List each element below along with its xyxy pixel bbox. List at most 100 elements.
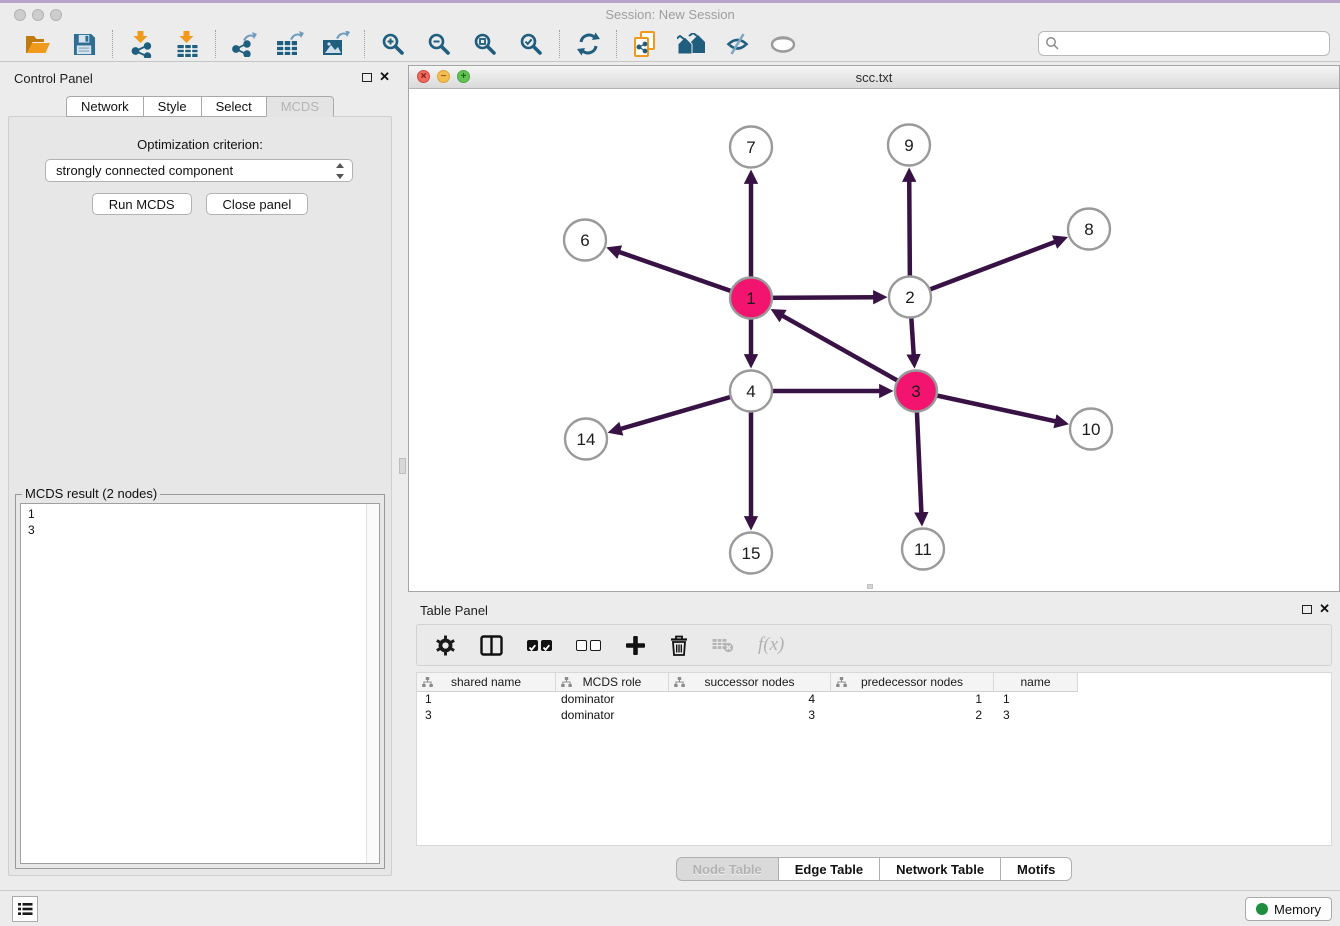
table-header-row: shared name MCDS role successor nodes pr…	[417, 673, 1078, 692]
clone-network-icon[interactable]	[630, 29, 660, 59]
zoom-out-icon[interactable]	[424, 29, 454, 59]
search-input[interactable]	[1038, 31, 1330, 56]
graph-node-label: 11	[914, 540, 932, 559]
close-panel-button[interactable]: Close panel	[206, 193, 309, 215]
table-toolbar: f(x)	[416, 624, 1332, 666]
table-row[interactable]: 3 dominator 3 2 3	[417, 708, 1078, 724]
float-panel-icon[interactable]	[362, 73, 372, 82]
column-header-shared-name[interactable]: shared name	[417, 673, 556, 691]
graph-node-label: 7	[746, 138, 755, 157]
select-all-icon[interactable]	[527, 640, 552, 651]
tab-motifs[interactable]: Motifs	[1000, 857, 1072, 881]
graph-node-label: 14	[577, 430, 596, 449]
graph-node-label: 1	[746, 289, 755, 308]
gear-icon[interactable]	[435, 635, 456, 656]
function-builder-icon: f(x)	[758, 634, 784, 656]
control-panel-tabs: Network Style Select MCDS	[0, 96, 400, 117]
optimization-criterion-dropdown[interactable]: strongly connected component	[45, 159, 353, 182]
task-history-button[interactable]	[12, 896, 38, 922]
delete-column-icon[interactable]	[670, 635, 688, 656]
memory-button[interactable]: Memory	[1245, 897, 1332, 921]
graph-node-label: 2	[905, 288, 914, 307]
network-view-title: scc.txt	[409, 70, 1339, 85]
export-image-icon[interactable]	[321, 29, 351, 59]
table-row[interactable]: 1 dominator 4 1 1	[417, 692, 1078, 708]
column-header-successor-nodes[interactable]: successor nodes	[669, 673, 831, 691]
graph-node-label: 3	[911, 382, 920, 401]
show-hidden-icon[interactable]	[768, 29, 798, 59]
main-toolbar	[0, 27, 1340, 62]
chevron-updown-icon	[334, 163, 346, 179]
dropdown-selected-value: strongly connected component	[56, 163, 233, 178]
search-field-wrap	[1038, 31, 1330, 56]
column-header-name[interactable]: name	[994, 673, 1078, 691]
import-network-icon[interactable]	[126, 29, 156, 59]
float-panel-icon[interactable]	[1302, 605, 1312, 614]
reload-icon[interactable]	[573, 29, 603, 59]
tree-icon	[422, 677, 433, 691]
graph-node-label: 6	[580, 231, 589, 250]
network-window-titlebar[interactable]: × − + scc.txt	[409, 66, 1339, 89]
graph-edge-2-8[interactable]	[910, 241, 1057, 297]
tab-node-table[interactable]: Node Table	[676, 857, 778, 881]
zoom-in-icon[interactable]	[378, 29, 408, 59]
graph-node-label: 8	[1084, 220, 1093, 239]
import-table-icon[interactable]	[172, 29, 202, 59]
add-column-icon[interactable]	[625, 635, 646, 656]
list-icon	[18, 902, 33, 916]
split-columns-icon[interactable]	[480, 635, 503, 656]
graph-node-label: 4	[746, 382, 755, 401]
mcds-result-item[interactable]: 3	[28, 522, 379, 538]
graph-edge-3-1[interactable]	[781, 315, 916, 391]
scrollbar-track[interactable]	[366, 504, 379, 863]
tab-network[interactable]: Network	[66, 96, 143, 117]
table-panel-header: Table Panel ✕	[408, 594, 1340, 626]
tab-edge-table[interactable]: Edge Table	[778, 857, 879, 881]
zoom-selected-icon[interactable]	[516, 29, 546, 59]
window-title: Session: New Session	[0, 7, 1340, 22]
table-panel-tabs: Node Table Edge Table Network Table Moti…	[408, 857, 1340, 881]
save-session-icon[interactable]	[69, 29, 99, 59]
network-view-window: × − + scc.txt 7 9 6 8 1 2 4 3 14 10 15 11	[408, 65, 1340, 592]
delete-table-icon	[712, 638, 734, 653]
search-icon	[1045, 36, 1060, 56]
close-panel-icon[interactable]: ✕	[379, 69, 390, 85]
tab-style[interactable]: Style	[143, 96, 201, 117]
zoom-fit-icon[interactable]	[470, 29, 500, 59]
canvas-splitter-handle[interactable]	[867, 584, 873, 589]
tree-icon	[836, 677, 847, 691]
mcds-result-item[interactable]: 1	[28, 506, 379, 522]
open-session-icon[interactable]	[23, 29, 53, 59]
memory-label: Memory	[1274, 902, 1321, 917]
tab-mcds[interactable]: MCDS	[266, 96, 334, 117]
graph-node-label: 10	[1082, 420, 1101, 439]
run-mcds-button[interactable]: Run MCDS	[92, 193, 192, 215]
tab-select[interactable]: Select	[201, 96, 266, 117]
export-table-icon[interactable]	[275, 29, 305, 59]
status-bar: Memory	[0, 890, 1340, 926]
memory-status-icon	[1256, 903, 1268, 915]
optimization-criterion-label: Optimization criterion:	[9, 137, 391, 152]
control-panel-title: Control Panel	[14, 71, 93, 86]
column-header-predecessor-nodes[interactable]: predecessor nodes	[831, 673, 994, 691]
deselect-all-icon[interactable]	[576, 640, 601, 651]
application-window: Session: New Session	[0, 0, 1340, 926]
mcds-panel-content: Optimization criterion: strongly connect…	[8, 116, 392, 876]
table-panel-title: Table Panel	[420, 603, 488, 618]
graph-node-label: 9	[904, 136, 913, 155]
graph-node-label: 15	[742, 544, 761, 563]
vertical-splitter-handle[interactable]	[399, 458, 406, 474]
close-panel-icon[interactable]: ✕	[1319, 601, 1330, 617]
home-icon[interactable]	[676, 29, 706, 59]
main-titlebar: Session: New Session	[0, 3, 1340, 27]
mcds-result-group: MCDS result (2 nodes) 1 3	[15, 494, 385, 869]
mcds-result-list[interactable]: 1 3	[20, 503, 380, 864]
export-network-icon[interactable]	[229, 29, 259, 59]
column-header-mcds-role[interactable]: MCDS role	[556, 673, 669, 691]
mcds-button-row: Run MCDS Close panel	[9, 193, 391, 215]
network-graph-canvas[interactable]: 7 9 6 8 1 2 4 3 14 10 15 11	[409, 89, 1340, 593]
hide-selected-icon[interactable]	[722, 29, 752, 59]
control-panel: Control Panel ✕ Network Style Select MCD…	[0, 62, 400, 890]
tab-network-table[interactable]: Network Table	[879, 857, 1000, 881]
node-table[interactable]: shared name MCDS role successor nodes pr…	[416, 672, 1332, 846]
